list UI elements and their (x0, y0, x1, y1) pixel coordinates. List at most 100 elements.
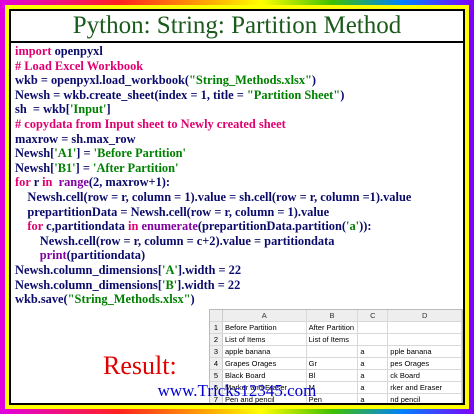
code-line: prepartitionData = Newsh.cell(row = r, c… (15, 205, 459, 220)
sheet-cell (307, 346, 359, 357)
column-header: C (358, 310, 389, 321)
code-line: Newsh.column_dimensions['B'].width = 22 (15, 278, 459, 293)
code-token: ) (311, 73, 317, 88)
sheet-cell: a (358, 358, 389, 369)
code-line: import openpyxl (15, 44, 459, 59)
code-line: Newsh.cell(row = r, column = c+2).value … (15, 234, 459, 249)
website-footer[interactable]: www.Tricks12345.com (11, 381, 463, 403)
code-token: range (58, 175, 89, 190)
code-token: 'A1' (54, 146, 77, 161)
code-token: 'B' (162, 277, 178, 292)
code-token: "Partition Sheet" (246, 87, 341, 102)
sheet-row: 2 List of Items List of Items (210, 334, 462, 346)
code-token: sh = wkb[ (15, 102, 70, 117)
code-token: Newsh[ (15, 146, 55, 161)
code-token: ] (106, 102, 111, 117)
column-header: B (307, 310, 359, 321)
sheet-cell: Gr (307, 358, 359, 369)
code-token: (partitiondata) (66, 248, 146, 263)
sheet-cell (388, 322, 462, 333)
rainbow-border: Python: String: Partition Method import … (0, 0, 474, 414)
sheet-cell: pple banana (388, 346, 462, 357)
code-line: Newsh = wkb.create_sheet(index = 1, titl… (15, 88, 459, 103)
code-token: Newsh[ (15, 160, 55, 175)
sheet-cell (358, 322, 389, 333)
code-token: : (367, 219, 372, 234)
code-line: Newsh['A1'] = 'Before Partition' (15, 146, 459, 161)
sheet-cell: a (358, 346, 389, 357)
sheet-cell (358, 334, 389, 345)
code-line: for r in range(2, maxrow+1): (15, 175, 459, 190)
code-token: ) (190, 292, 195, 307)
code-line: # Load Excel Workbook (15, 59, 459, 74)
code-token: "String_Methods.xlsx" (189, 73, 312, 88)
sheet-cell: List of Items (307, 334, 359, 345)
code-line: wkb = openpyxl.load_workbook("String_Met… (15, 73, 459, 88)
code-line: sh = wkb['Input'] (15, 102, 459, 117)
code-token: in (128, 219, 142, 234)
code-token: Newsh.cell(row = r, column = c+2).value … (15, 233, 335, 248)
code-token: import (15, 44, 55, 58)
code-block: import openpyxl # Load Excel Workbook wkb … (15, 44, 459, 307)
code-token: ].width = 22 (177, 277, 241, 292)
row-number: 3 (210, 346, 223, 357)
code-token: Newsh.column_dimensions[ (15, 262, 162, 277)
code-token: in (42, 175, 59, 190)
code-line: Newsh.cell(row = r, column = 1).value = … (15, 190, 459, 205)
sheet-cell: After Partition (307, 322, 359, 333)
code-token: ] = (76, 146, 94, 161)
code-token: 'A' (162, 262, 178, 277)
sheet-row: 3 apple banana a pple banana (210, 346, 462, 358)
sheet-cell: a (358, 370, 389, 381)
content-panel: Python: String: Partition Method import … (9, 9, 465, 405)
sheet-cell: apple banana (223, 346, 307, 357)
code-token: 'B1' (54, 160, 76, 175)
code-token: "String_Methods.xlsx" (67, 292, 191, 307)
code-line: Newsh.column_dimensions['A'].width = 22 (15, 263, 459, 278)
code-token: openpyxl (54, 44, 103, 58)
sheet-corner (210, 310, 223, 321)
code-token: maxrow = sh.max_row (15, 131, 136, 146)
sheet-header-row: ABCD (210, 310, 463, 322)
code-token: c,partitiondata (46, 219, 129, 234)
code-line: wkb.save("String_Methods.xlsx") (15, 292, 459, 307)
sheet-cell (388, 334, 462, 345)
code-token: (prepartitionData.partition( (197, 219, 346, 234)
code-token: ].width = 22 (177, 262, 242, 277)
sheet-cell: Before Partition (223, 322, 307, 333)
code-token: Newsh = wkb.create_sheet(index = 1, titl… (15, 87, 247, 102)
page-title: Python: String: Partition Method (11, 11, 463, 43)
code-token: 'After Partition' (93, 160, 179, 175)
code-token: ) (340, 87, 345, 102)
column-header: A (223, 310, 307, 321)
code-line: print(partitiondata) (15, 248, 459, 263)
code-token: print (39, 248, 67, 263)
row-number: 2 (210, 334, 223, 345)
sheet-row: 4 Grapes Orages Gr a pes Orages (210, 358, 462, 370)
code-token: # copydata from Input sheet to Newly cre… (15, 116, 286, 131)
code-line: for c,partitiondata in enumerate(prepart… (15, 219, 459, 234)
code-line: # copydata from Input sheet to Newly cre… (15, 117, 459, 132)
code-line: maxrow = sh.max_row (15, 132, 459, 147)
code-line: Newsh['B1'] = 'After Partition' (15, 161, 459, 176)
code-token: wkb = openpyxl.load_workbook( (15, 73, 190, 88)
code-token: ] = (75, 160, 93, 175)
code-token: for (27, 219, 47, 234)
sheet-cell: Black Board (223, 370, 307, 381)
sheet-cell: Grapes Orages (223, 358, 307, 369)
code-token: # Load Excel Workbook (15, 58, 144, 73)
code-token: (2, maxrow+1): (88, 175, 171, 190)
code-token: wkb.save( (15, 292, 68, 307)
code-token: 'Before Partition' (93, 146, 187, 161)
row-number: 4 (210, 358, 223, 369)
code-token: Newsh.column_dimensions[ (15, 277, 162, 292)
row-number: 1 (210, 322, 223, 333)
code-token: Newsh.cell(row = r, column = 1).value = … (15, 189, 412, 204)
sheet-cell: Bl (307, 370, 359, 381)
code-token: enumerate (141, 219, 198, 234)
code-token: 'Input' (69, 102, 107, 117)
sheet-cell: List of Items (223, 334, 307, 345)
sheet-cell: pes Orages (388, 358, 462, 369)
